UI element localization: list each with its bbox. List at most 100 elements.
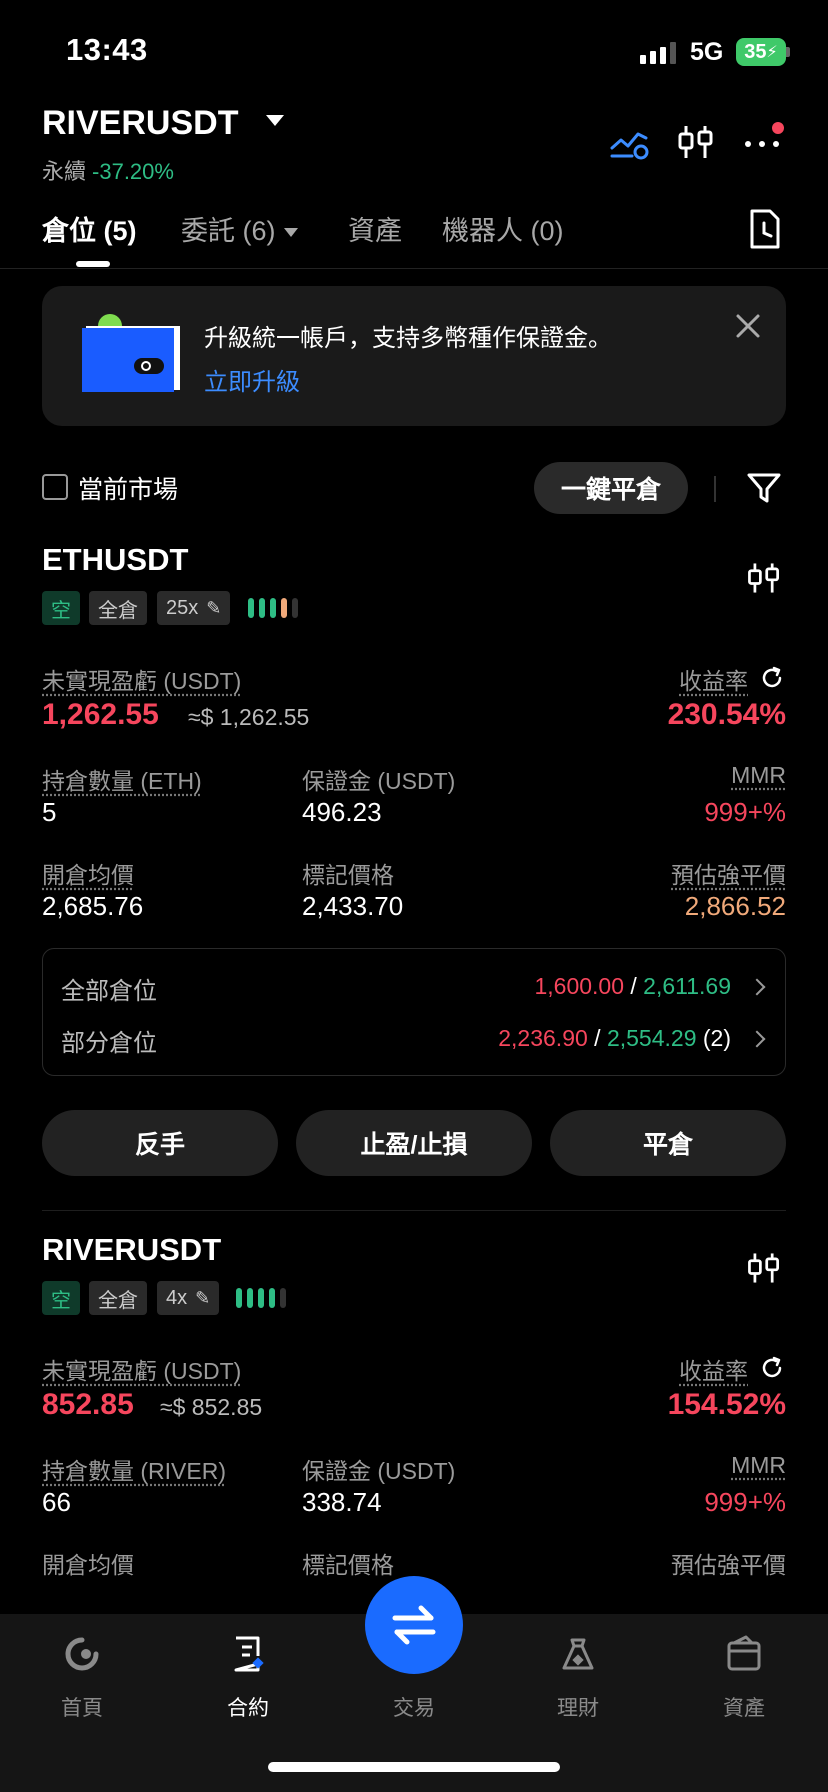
caret-down-icon[interactable]	[266, 115, 284, 126]
reverse-button[interactable]: 反手	[42, 1110, 278, 1176]
close-position-button[interactable]: 平倉	[550, 1110, 786, 1176]
margin-label: 保證金 (USDT)	[302, 1458, 456, 1484]
chevron-right-icon[interactable]	[748, 1030, 766, 1048]
battery-level: 35	[744, 40, 767, 63]
position-qty-value: 5	[42, 797, 57, 827]
caret-down-icon	[283, 228, 298, 238]
tp-price: 1,600.00	[534, 973, 624, 999]
earn-icon	[562, 1638, 594, 1670]
share-refresh-icon[interactable]	[758, 664, 786, 692]
tab-bots[interactable]: 機器人 (0)	[442, 209, 564, 248]
status-time: 13:43	[66, 32, 148, 67]
unrealized-pnl-usd: ≈$ 852.85	[160, 1394, 263, 1420]
mmr-label: MMR	[731, 762, 786, 788]
market-header: RIVERUSDT 永續 -37.20%	[0, 100, 828, 190]
battery-tip	[786, 47, 790, 57]
nav-futures-label: 合約	[227, 1697, 269, 1720]
position-qty-label: 持倉數量 (RIVER)	[42, 1458, 226, 1484]
history-doc-icon[interactable]	[744, 207, 784, 251]
symbol-subline: 永續 -37.20%	[42, 154, 174, 186]
partial-position-label[interactable]: 部分倉位	[61, 1023, 157, 1058]
roe-label: 收益率	[679, 668, 748, 694]
swap-arrows-icon	[392, 1605, 436, 1645]
nav-trade-label: 交易	[393, 1697, 435, 1720]
margin-value[interactable]: 338.74	[302, 1487, 382, 1518]
sl-price: 2,554.29	[606, 1025, 697, 1051]
divider	[714, 476, 716, 502]
candlestick-icon[interactable]	[674, 120, 718, 164]
full-position-label[interactable]: 全部倉位	[61, 971, 157, 1006]
margin-mode-tag: 全倉	[89, 591, 147, 625]
tpsl-separator: /	[594, 1025, 601, 1051]
nav-assets-label: 資產	[723, 1697, 765, 1720]
roe-value: 154.52%	[667, 1388, 786, 1421]
tab-bar: 倉位 (5) 委託 (6) 資產 機器人 (0)	[0, 205, 828, 269]
leverage-tag[interactable]: 4x ✎	[157, 1281, 220, 1315]
mmr-value: 999+%	[704, 1487, 786, 1517]
side-tag: 空	[42, 1281, 80, 1315]
partial-count: (2)	[702, 1025, 731, 1051]
contract-type: 永續	[42, 159, 87, 184]
tab-active-indicator	[76, 261, 110, 267]
tab-orders-label: 委託 (6)	[181, 216, 276, 246]
position-symbol[interactable]: ETHUSDT	[42, 542, 188, 578]
margin-label: 保證金 (USDT)	[302, 768, 456, 794]
upgrade-now-link[interactable]: 立即升級	[204, 362, 300, 397]
mark-price-value: 2,433.70	[302, 891, 404, 921]
unrealized-pnl-value: 1,262.55	[42, 698, 159, 731]
current-market-checkbox[interactable]	[42, 474, 68, 500]
symbol-selector[interactable]: RIVERUSDT	[42, 104, 238, 143]
candlestick-icon[interactable]	[744, 558, 784, 598]
liq-price-label: 預估強平價	[671, 1552, 786, 1578]
position-symbol[interactable]: RIVERUSDT	[42, 1232, 221, 1268]
entry-price-label: 開倉均價	[42, 1552, 134, 1578]
signal-icon	[640, 40, 676, 64]
tp-price: 2,236.90	[498, 1025, 588, 1051]
mark-price-label: 標記價格	[302, 1552, 394, 1578]
mark-price-label: 標記價格	[302, 862, 394, 888]
price-change: -37.20%	[92, 159, 174, 184]
margin-mode-tag: 全倉	[89, 1281, 147, 1315]
unrealized-pnl-label: 未實現盈虧 (USDT)	[42, 668, 242, 694]
risk-meter	[248, 598, 298, 618]
leverage-value: 25x	[166, 596, 199, 619]
leverage-value: 4x	[166, 1286, 188, 1309]
current-market-label[interactable]: 當前市場	[78, 470, 178, 506]
home-icon	[65, 1637, 99, 1671]
filter-icon[interactable]	[744, 468, 784, 508]
position-qty-value: 66	[42, 1487, 71, 1517]
trend-line-icon[interactable]	[608, 120, 652, 164]
trade-button[interactable]	[365, 1576, 463, 1674]
close-all-button[interactable]: 一鍵平倉	[534, 462, 688, 514]
leverage-tag[interactable]: 25x ✎	[157, 591, 231, 625]
unrealized-pnl-value: 852.85	[42, 1388, 134, 1421]
tab-orders[interactable]: 委託 (6)	[181, 209, 298, 248]
futures-icon	[234, 1636, 264, 1672]
wallet-icon	[727, 1635, 761, 1671]
unrealized-pnl-usd: ≈$ 1,262.55	[188, 704, 310, 730]
partial-position-tpsl[interactable]: 2,236.90 / 2,554.29 (2)	[498, 1025, 731, 1052]
entry-price-value: 2,685.76	[42, 891, 144, 921]
upgrade-banner: 升級統一帳戶，支持多幣種作保證金。 立即升級	[42, 286, 786, 426]
unrealized-pnl-label: 未實現盈虧 (USDT)	[42, 1358, 242, 1384]
chevron-right-icon[interactable]	[748, 978, 766, 996]
tpsl-box: 全部倉位 1,600.00 / 2,611.69 部分倉位 2,236.90 /…	[42, 948, 786, 1076]
edit-icon: ✎	[206, 597, 222, 618]
network-label: 5G	[690, 38, 724, 66]
liq-price-value: 2,866.52	[684, 891, 786, 921]
battery-icon: 35 ⚡	[736, 38, 786, 66]
home-indicator	[268, 1762, 560, 1772]
margin-value[interactable]: 496.23	[302, 797, 382, 828]
nav-home-label: 首頁	[61, 1697, 103, 1720]
tpsl-button[interactable]: 止盈/止損	[296, 1110, 532, 1176]
position-controls: 當前市場 一鍵平倉	[0, 460, 828, 516]
full-position-tpsl[interactable]: 1,600.00 / 2,611.69	[534, 973, 731, 1000]
share-refresh-icon[interactable]	[758, 1354, 786, 1382]
divider	[42, 1210, 786, 1211]
tab-assets[interactable]: 資產	[348, 209, 402, 248]
roe-value: 230.54%	[667, 698, 786, 731]
close-icon[interactable]	[730, 308, 766, 344]
tab-positions[interactable]: 倉位 (5)	[42, 209, 137, 248]
candlestick-icon[interactable]	[744, 1248, 784, 1288]
liq-price-label: 預估強平價	[671, 862, 786, 888]
